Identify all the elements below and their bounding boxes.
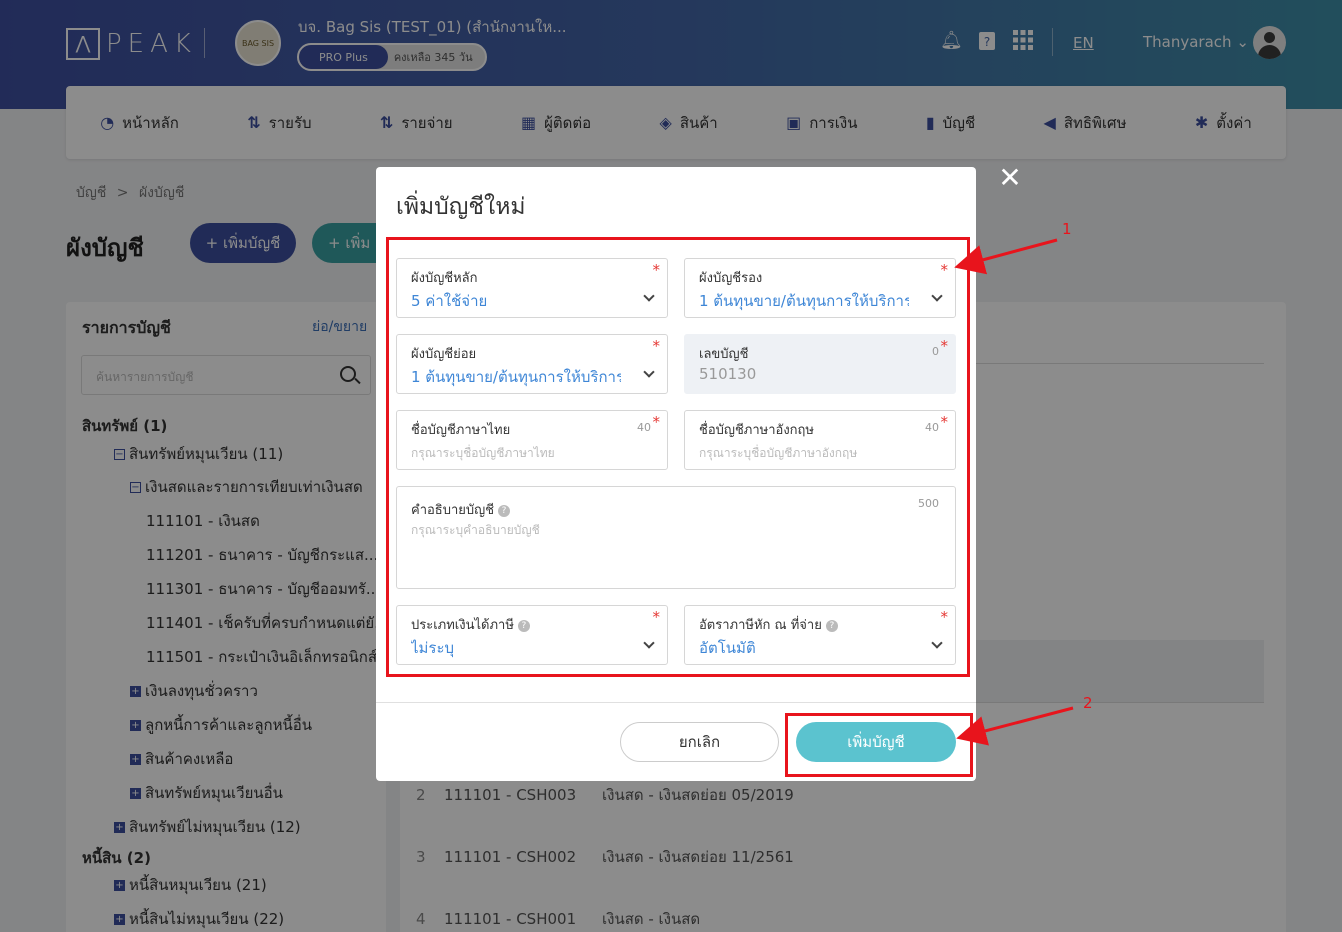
arrow-1 [954, 238, 1058, 275]
arrow-2 [956, 706, 1074, 746]
annotation-label-1: 1 [1062, 220, 1072, 238]
annotation-label-2: 2 [1083, 694, 1093, 712]
annotation-arrows [954, 238, 1074, 746]
